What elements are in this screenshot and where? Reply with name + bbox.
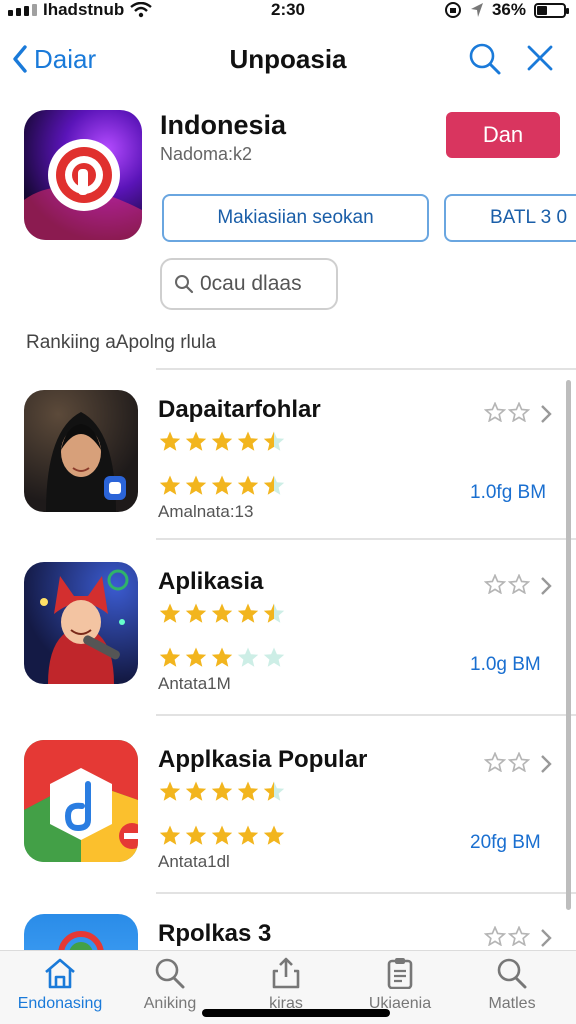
- search-icon: [497, 958, 527, 989]
- app-name: Aplikasia: [158, 568, 264, 595]
- location-icon: [470, 3, 483, 17]
- divider: [156, 892, 576, 894]
- tab-ranking[interactable]: Aniking: [112, 957, 228, 1013]
- rating-stars: [158, 780, 288, 807]
- search-icon[interactable]: [468, 42, 502, 76]
- divider: [156, 714, 576, 716]
- tab-updates[interactable]: Ukiaenia: [342, 957, 458, 1013]
- list-item[interactable]: Applkasia Popular Antata1dl 20fg BM: [0, 740, 576, 910]
- tab-label: Matles: [488, 995, 536, 1012]
- home-indicator[interactable]: [202, 1009, 390, 1017]
- tab-label: Aniking: [143, 995, 197, 1012]
- rating-stars: [158, 824, 288, 851]
- tab-share[interactable]: kiras: [228, 957, 344, 1013]
- app-meta: Antata1dl: [158, 852, 230, 871]
- tab-label: Endonasing: [17, 995, 103, 1012]
- nav-bar: Daiar Unpoasia: [0, 36, 576, 82]
- divider: [156, 368, 576, 370]
- app-icon: [24, 914, 138, 950]
- clipboard-icon: [387, 958, 413, 989]
- list-item[interactable]: Aplikasia Antata1M 1.0g BM: [0, 562, 576, 732]
- scrollbar[interactable]: [566, 380, 571, 910]
- favorite-stars[interactable]: [483, 573, 532, 599]
- app-name: Applkasia Popular: [158, 746, 368, 773]
- app-icon: [24, 740, 138, 862]
- app-meta: Amalnata:13: [158, 502, 254, 521]
- get-button[interactable]: Dan: [446, 112, 560, 158]
- close-icon[interactable]: [524, 42, 556, 74]
- divider: [156, 538, 576, 540]
- favorite-stars[interactable]: [483, 751, 532, 777]
- rating-stars: [158, 474, 288, 501]
- battery-percent: 36%: [491, 0, 526, 19]
- rating-stars: [158, 602, 288, 629]
- search-placeholder: 0cau dlaas: [200, 272, 302, 295]
- app-name: Rpolkas 3: [158, 920, 272, 947]
- app-size: 1.0g BM: [470, 654, 541, 675]
- lock-rotation-icon: [444, 2, 461, 18]
- category-button[interactable]: Makiasiian seokan: [162, 194, 429, 242]
- tab-home[interactable]: Endonasing: [2, 957, 118, 1013]
- app-subtitle: Nadoma:k2: [160, 144, 253, 164]
- search-icon: [175, 275, 194, 294]
- secondary-category-button[interactable]: BATL 3 0: [444, 194, 576, 242]
- app-icon: [24, 390, 138, 512]
- app-meta: Antata1M: [158, 674, 231, 693]
- rating-stars: [158, 430, 288, 457]
- app-icon[interactable]: [24, 110, 142, 240]
- section-heading: Rankiing aApolng rlula: [26, 332, 217, 353]
- favorite-stars[interactable]: [483, 401, 532, 427]
- app-icon: [24, 562, 138, 684]
- app-size: 1.0fg BM: [470, 482, 547, 503]
- chevron-right-icon[interactable]: [540, 928, 552, 948]
- rating-stars: [158, 646, 288, 673]
- search-input[interactable]: 0cau dlaas: [160, 258, 338, 310]
- app-size: 20fg BM: [470, 832, 541, 853]
- app-name: Dapaitarfohlar: [158, 396, 321, 423]
- home-icon: [45, 958, 75, 989]
- chevron-right-icon[interactable]: [540, 576, 552, 596]
- status-bar: Ihadstnub 2:30 36%: [0, 0, 576, 24]
- favorite-stars[interactable]: [483, 925, 532, 950]
- app-name: Indonesia: [160, 110, 287, 140]
- battery-icon: [534, 2, 569, 18]
- chevron-right-icon[interactable]: [540, 754, 552, 774]
- share-icon: [272, 957, 300, 989]
- chevron-right-icon[interactable]: [540, 404, 552, 424]
- list-item[interactable]: Dapaitarfohlar Amalnata:13 1.0fg BM: [0, 390, 576, 560]
- list-item[interactable]: Rpolkas 3: [0, 914, 576, 950]
- tab-search[interactable]: Matles: [454, 957, 570, 1013]
- search-icon: [155, 958, 185, 989]
